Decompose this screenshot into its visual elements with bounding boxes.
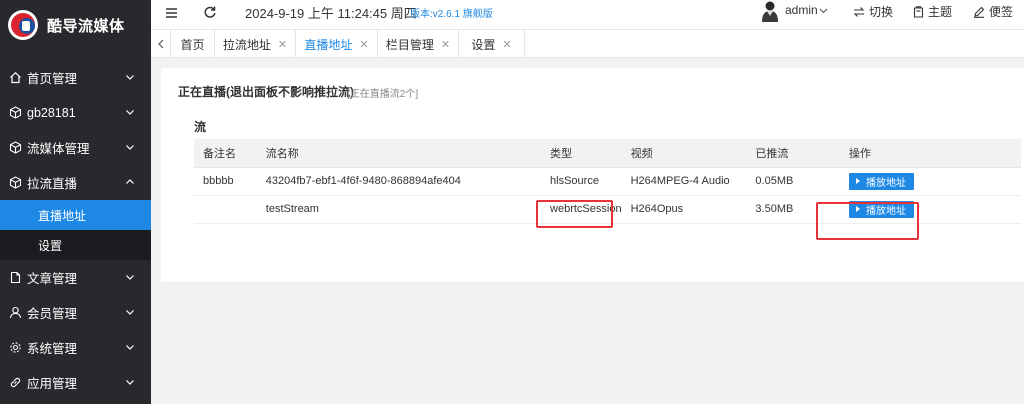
sidebar-item-articles[interactable]: 文章管理	[0, 260, 151, 295]
sidebar-item-label: 系统管理	[27, 342, 78, 356]
sidebar-item-label: 文章管理	[27, 272, 78, 286]
sidebar-subitem-live-address[interactable]: 直播地址	[0, 200, 151, 230]
theme-icon	[913, 5, 924, 18]
cell-video: H264MPEG-4 Audio	[621, 167, 747, 196]
sidebar-subitem-settings[interactable]: 设置	[0, 230, 151, 260]
cube-icon	[9, 106, 22, 119]
top-header: 2024-9-19 上午 11:24:45 周四 版本:v2.6.1 旗舰版 a…	[151, 0, 1024, 30]
sidebar-item-gb28181[interactable]: gb28181	[0, 95, 151, 130]
column-header: 操作	[839, 139, 1021, 168]
cell-pushed: 0.05MB	[746, 167, 840, 196]
logo-icon	[8, 10, 38, 40]
sidebar-item-media[interactable]: 流媒体管理	[0, 130, 151, 165]
sidebar-menu: 首页管理 gb28181 流媒体管理 拉流直播 直播地址 设置 文章管理 会员管…	[0, 60, 151, 400]
close-icon[interactable]: ✕	[441, 38, 450, 51]
menu-toggle-icon[interactable]	[166, 8, 177, 18]
chevron-down-icon	[126, 275, 134, 280]
tab-column-management[interactable]: 栏目管理 ✕	[378, 30, 459, 58]
link-icon	[9, 376, 22, 389]
cell-note: bbbbb	[194, 167, 257, 196]
user-icon	[9, 306, 22, 319]
cube-icon	[9, 141, 22, 154]
notes-button[interactable]: 便签	[973, 3, 1013, 20]
avatar[interactable]	[760, 0, 780, 22]
app-title: 酷导流媒体	[47, 17, 125, 35]
chevron-left-icon	[157, 39, 163, 49]
highlight-box-action	[816, 202, 919, 240]
page-title: 正在直播(退出面板不影响推拉流)	[178, 85, 354, 99]
sidebar-item-label: gb28181	[27, 105, 76, 120]
sidebar-item-members[interactable]: 会员管理	[0, 295, 151, 330]
play-address-label: 播放地址	[865, 177, 906, 189]
refresh-icon[interactable]	[203, 5, 217, 19]
notes-label: 便签	[989, 5, 1014, 19]
sidebar-item-label: 流媒体管理	[27, 142, 90, 156]
chevron-down-icon	[126, 75, 134, 80]
column-header: 备注名	[194, 139, 257, 168]
tab-label: 首页	[180, 37, 205, 52]
tab-label: 栏目管理	[385, 37, 434, 52]
play-icon	[855, 178, 860, 184]
page-tabs: 首页 拉流地址 ✕ 直播地址 ✕ 栏目管理 ✕ 设置 ✕	[151, 30, 1024, 58]
pencil-icon	[974, 6, 985, 18]
user-name[interactable]: admin	[785, 3, 818, 17]
sidebar-item-label: 应用管理	[27, 377, 78, 391]
highlight-box-type	[536, 200, 613, 228]
switch-icon	[853, 6, 865, 17]
close-icon[interactable]: ✕	[359, 38, 368, 51]
chevron-down-icon[interactable]	[819, 6, 828, 15]
chevron-up-icon	[126, 179, 134, 184]
sidebar-item-label: 拉流直播	[27, 177, 78, 191]
sidebar-item-home[interactable]: 首页管理	[0, 60, 151, 95]
theme-button[interactable]: 主题	[913, 3, 952, 20]
sidebar-item-label: 会员管理	[27, 307, 78, 321]
chevron-down-icon	[126, 380, 134, 385]
cell-action: 播放地址	[839, 167, 1021, 196]
cell-note	[194, 195, 257, 224]
tab-label: 拉流地址	[222, 37, 271, 52]
tab-home[interactable]: 首页	[171, 30, 215, 58]
column-header: 视频	[621, 139, 747, 168]
table-row: bbbbb 43204fb7-ebf1-4f6f-9480-868894afe4…	[194, 167, 1021, 196]
document-icon	[9, 271, 22, 284]
column-header: 已推流	[746, 139, 840, 168]
app-logo[interactable]: 酷导流媒体	[0, 0, 151, 50]
datetime-display: 2024-9-19 上午 11:24:45 周四	[245, 6, 417, 21]
chevron-down-icon	[126, 310, 134, 315]
chevron-down-icon	[126, 345, 134, 350]
tab-label: 设置	[471, 37, 496, 52]
tab-pull-address[interactable]: 拉流地址 ✕	[215, 30, 296, 58]
cell-stream-name: testStream	[256, 195, 542, 224]
table-header-row: 备注名 流名称 类型 视频 已推流 操作	[194, 139, 1021, 168]
tab-settings[interactable]: 设置 ✕	[459, 30, 525, 58]
sidebar-item-system[interactable]: 系统管理	[0, 330, 151, 365]
tab-label: 直播地址	[304, 37, 353, 52]
home-icon	[9, 71, 22, 84]
sidebar-item-pull-live[interactable]: 拉流直播	[0, 165, 151, 200]
play-address-button[interactable]: 播放地址	[848, 172, 914, 190]
gear-icon	[9, 341, 22, 354]
tab-live-address[interactable]: 直播地址 ✕	[296, 30, 378, 58]
sidebar-item-apps[interactable]: 应用管理	[0, 365, 151, 400]
content-panel: 正在直播(退出面板不影响推拉流) [正在直播流2个] 流 备注名 流名称 类型 …	[161, 68, 1024, 282]
cell-stream-name: 43204fb7-ebf1-4f6f-9480-868894afe404	[256, 167, 542, 196]
version-label: 版本:v2.6.1 旗舰版	[410, 9, 493, 20]
tabs-scroll-left[interactable]	[151, 30, 171, 58]
sidebar: 酷导流媒体 首页管理 gb28181 流媒体管理 拉流直播 直播地址 设置 文章…	[0, 0, 151, 404]
cell-video: H264Opus	[621, 195, 747, 224]
column-header: 流名称	[256, 139, 542, 168]
section-title: 流	[194, 120, 207, 134]
switch-button[interactable]: 切换	[853, 3, 893, 20]
cell-type: hlsSource	[541, 167, 622, 196]
switch-label: 切换	[869, 5, 894, 19]
column-header: 类型	[541, 139, 622, 168]
chevron-down-icon	[126, 145, 134, 150]
sidebar-item-label: 首页管理	[27, 72, 78, 86]
stream-count: [正在直播流2个]	[347, 89, 419, 100]
cube-icon	[9, 176, 22, 189]
close-icon[interactable]: ✕	[278, 38, 287, 51]
theme-label: 主题	[928, 5, 953, 19]
close-icon[interactable]: ✕	[502, 38, 511, 51]
chevron-down-icon	[126, 110, 134, 115]
